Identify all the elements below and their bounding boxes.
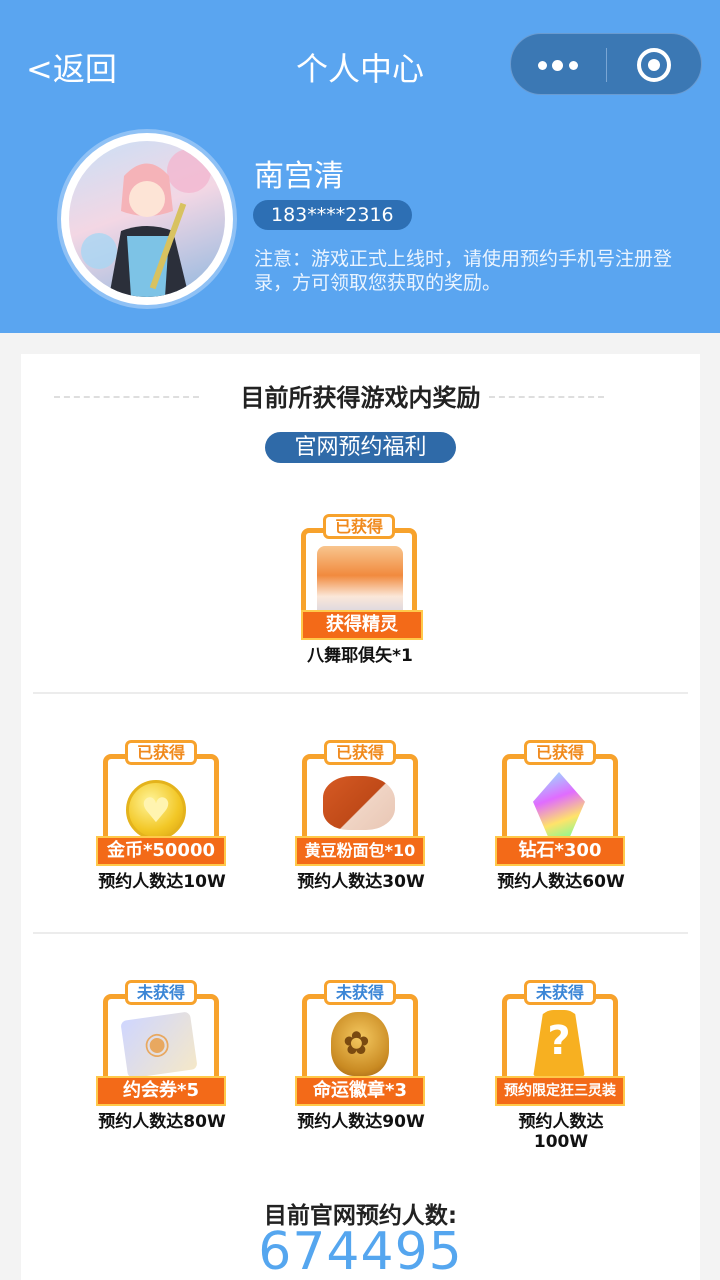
login-notice: 注意：游戏正式上线时，请使用预约手机号注册登录，方可领取您获取的奖励。 bbox=[254, 248, 673, 294]
reward-status-badge: 未获得 bbox=[524, 980, 596, 1005]
reward-condition: 预约人数达90W bbox=[297, 1112, 425, 1132]
reward-label: 获得精灵 bbox=[301, 610, 423, 640]
diamond-icon bbox=[533, 772, 585, 838]
reward-condition: 预约人数达60W bbox=[497, 872, 625, 892]
featured-reward[interactable]: 已获得 获得精灵 八舞耶俱矢*1 bbox=[291, 514, 431, 674]
reward-limited-outfit[interactable]: 未获得 预约限定狂三灵装 预约人数达100W bbox=[492, 980, 632, 1152]
reward-status-badge: 未获得 bbox=[324, 980, 396, 1005]
reward-coins[interactable]: 已获得 金币*50000 预约人数达10W bbox=[93, 740, 233, 900]
reward-caption: 八舞耶俱矢*1 bbox=[307, 646, 413, 666]
reward-condition: 预约人数达10W bbox=[98, 872, 226, 892]
row-divider bbox=[33, 692, 688, 694]
rewards-card: 目前所获得游戏内奖励 官网预约福利 已获得 获得精灵 八舞耶俱矢*1 已获得 金… bbox=[21, 354, 700, 1280]
rewards-section-title: 目前所获得游戏内奖励 bbox=[240, 384, 481, 412]
bread-icon bbox=[323, 776, 395, 830]
reward-date-tickets[interactable]: 未获得 约会券*5 预约人数达80W bbox=[93, 980, 233, 1140]
reward-bread[interactable]: 已获得 黄豆粉面包*10 预约人数达30W bbox=[292, 740, 432, 900]
reservation-count: 674495 bbox=[258, 1222, 463, 1280]
fate-badge-icon bbox=[331, 1012, 389, 1076]
reward-label: 金币*50000 bbox=[96, 836, 226, 866]
reward-diamonds[interactable]: 已获得 钻石*300 预约人数达60W bbox=[492, 740, 632, 900]
phone-badge: 183****2316 bbox=[253, 200, 412, 230]
reward-label: 钻石*300 bbox=[495, 836, 625, 866]
profile-header: <返回 个人中心 南宫清 183****2316 注意：游戏正式上线时，请使用预… bbox=[0, 0, 720, 333]
reward-status-badge: 已获得 bbox=[324, 740, 396, 765]
reward-label: 约会券*5 bbox=[96, 1076, 226, 1106]
more-menu-icon[interactable] bbox=[511, 34, 606, 96]
mystery-question-icon bbox=[533, 1010, 585, 1078]
reward-condition: 预约人数达100W bbox=[518, 1112, 604, 1152]
reward-status-badge: 未获得 bbox=[125, 980, 197, 1005]
reward-label: 命运徽章*3 bbox=[295, 1076, 425, 1106]
reward-label: 黄豆粉面包*10 bbox=[295, 836, 425, 866]
avatar-image bbox=[69, 141, 225, 297]
date-ticket-icon bbox=[120, 1011, 198, 1079]
reward-status-badge: 已获得 bbox=[125, 740, 197, 765]
avatar[interactable] bbox=[61, 133, 233, 305]
reward-status-badge: 已获得 bbox=[524, 740, 596, 765]
reservation-benefit-tag: 官网预约福利 bbox=[265, 432, 456, 463]
close-miniprogram-icon[interactable] bbox=[607, 34, 703, 96]
row-divider bbox=[33, 932, 688, 934]
username: 南宫清 bbox=[254, 159, 344, 194]
dot bbox=[552, 60, 563, 71]
dot bbox=[538, 61, 547, 70]
reward-condition: 预约人数达80W bbox=[98, 1112, 226, 1132]
reward-status-badge: 已获得 bbox=[323, 514, 395, 539]
gold-coin-icon bbox=[126, 780, 186, 840]
miniprogram-capsule bbox=[510, 33, 702, 95]
reward-condition: 预约人数达30W bbox=[297, 872, 425, 892]
reward-fate-badges[interactable]: 未获得 命运徽章*3 预约人数达90W bbox=[292, 980, 432, 1140]
reward-label: 预约限定狂三灵装 bbox=[495, 1076, 625, 1106]
dot bbox=[569, 61, 578, 70]
